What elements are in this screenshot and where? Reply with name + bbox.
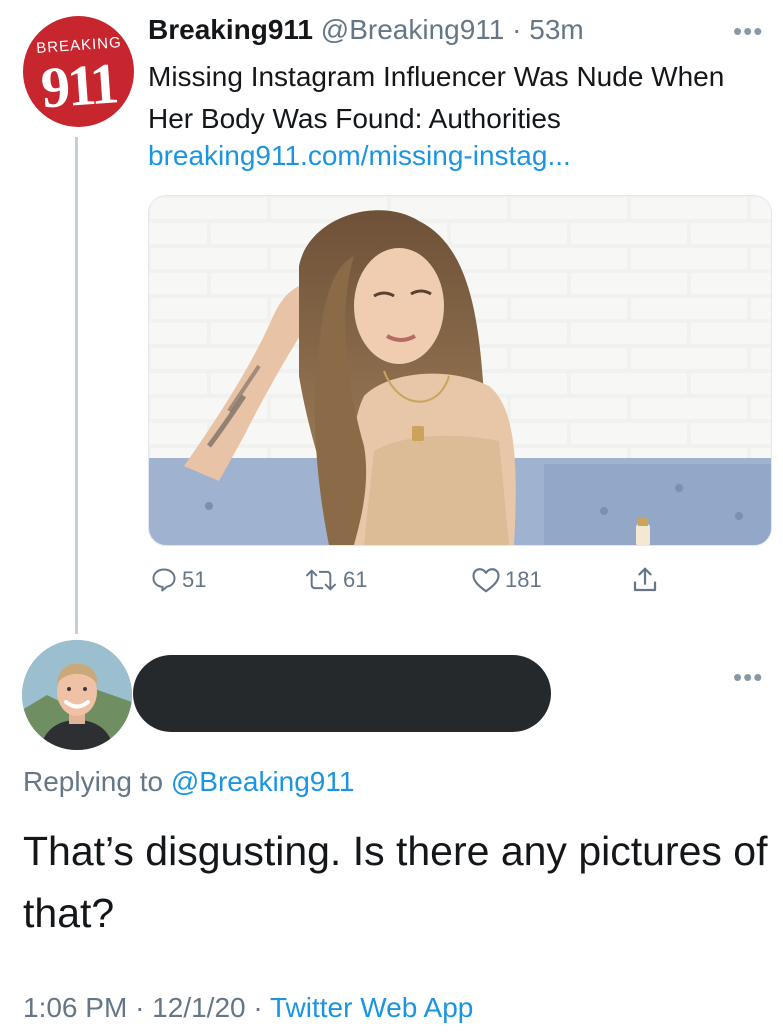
reply-date[interactable]: 12/1/20 bbox=[152, 992, 245, 1023]
retweet-action[interactable]: 61 bbox=[303, 560, 367, 600]
reply-author-avatar[interactable] bbox=[22, 640, 132, 750]
replying-handle[interactable]: @Breaking911 bbox=[171, 766, 355, 797]
tweet-timestamp[interactable]: 53m bbox=[529, 14, 583, 45]
breaking911-avatar[interactable]: BREAKING 911 bbox=[23, 16, 134, 127]
redacted-username bbox=[133, 655, 551, 732]
meta-separator-2: · bbox=[253, 992, 263, 1023]
reply-source[interactable]: Twitter Web App bbox=[270, 992, 473, 1023]
tweet-link[interactable]: breaking911.com/missing-instag... bbox=[148, 140, 571, 172]
reply-time[interactable]: 1:06 PM bbox=[23, 992, 127, 1023]
reply-action[interactable]: 51 bbox=[150, 560, 206, 600]
tweet-header: Breaking911 @Breaking911 · 53m bbox=[148, 14, 584, 46]
retweet-icon bbox=[306, 569, 336, 591]
tweet-text: Missing Instagram Influencer Was Nude Wh… bbox=[148, 61, 725, 134]
tweet-photo[interactable] bbox=[148, 195, 772, 546]
replying-to-line: Replying to @Breaking911 bbox=[23, 766, 354, 798]
reply-count: 51 bbox=[182, 567, 207, 592]
retweet-count: 61 bbox=[343, 567, 368, 592]
share-icon bbox=[633, 567, 657, 592]
user-handle[interactable]: @Breaking911 bbox=[321, 14, 505, 45]
share-action[interactable] bbox=[630, 560, 660, 600]
like-action[interactable]: 181 bbox=[471, 560, 542, 600]
reply-text: That’s disgusting. Is there any pictures… bbox=[23, 828, 768, 936]
replying-prefix: Replying to bbox=[23, 766, 164, 797]
avatar-brand-bottom: 911 bbox=[38, 50, 119, 121]
comment-icon bbox=[152, 568, 176, 592]
like-count: 181 bbox=[505, 567, 542, 592]
heart-icon bbox=[472, 568, 500, 593]
meta-separator-1: · bbox=[135, 992, 145, 1023]
header-separator: · bbox=[512, 14, 522, 45]
display-name[interactable]: Breaking911 bbox=[148, 14, 313, 45]
more-horizontal-icon[interactable]: ••• bbox=[733, 16, 763, 47]
photo-illustration bbox=[149, 196, 771, 545]
reply-meta: 1:06 PM · 12/1/20 · Twitter Web App bbox=[23, 992, 473, 1024]
reply-more-horizontal-icon[interactable]: ••• bbox=[733, 662, 763, 693]
thread-connector-line bbox=[75, 137, 78, 634]
avatar-illustration bbox=[22, 640, 132, 750]
